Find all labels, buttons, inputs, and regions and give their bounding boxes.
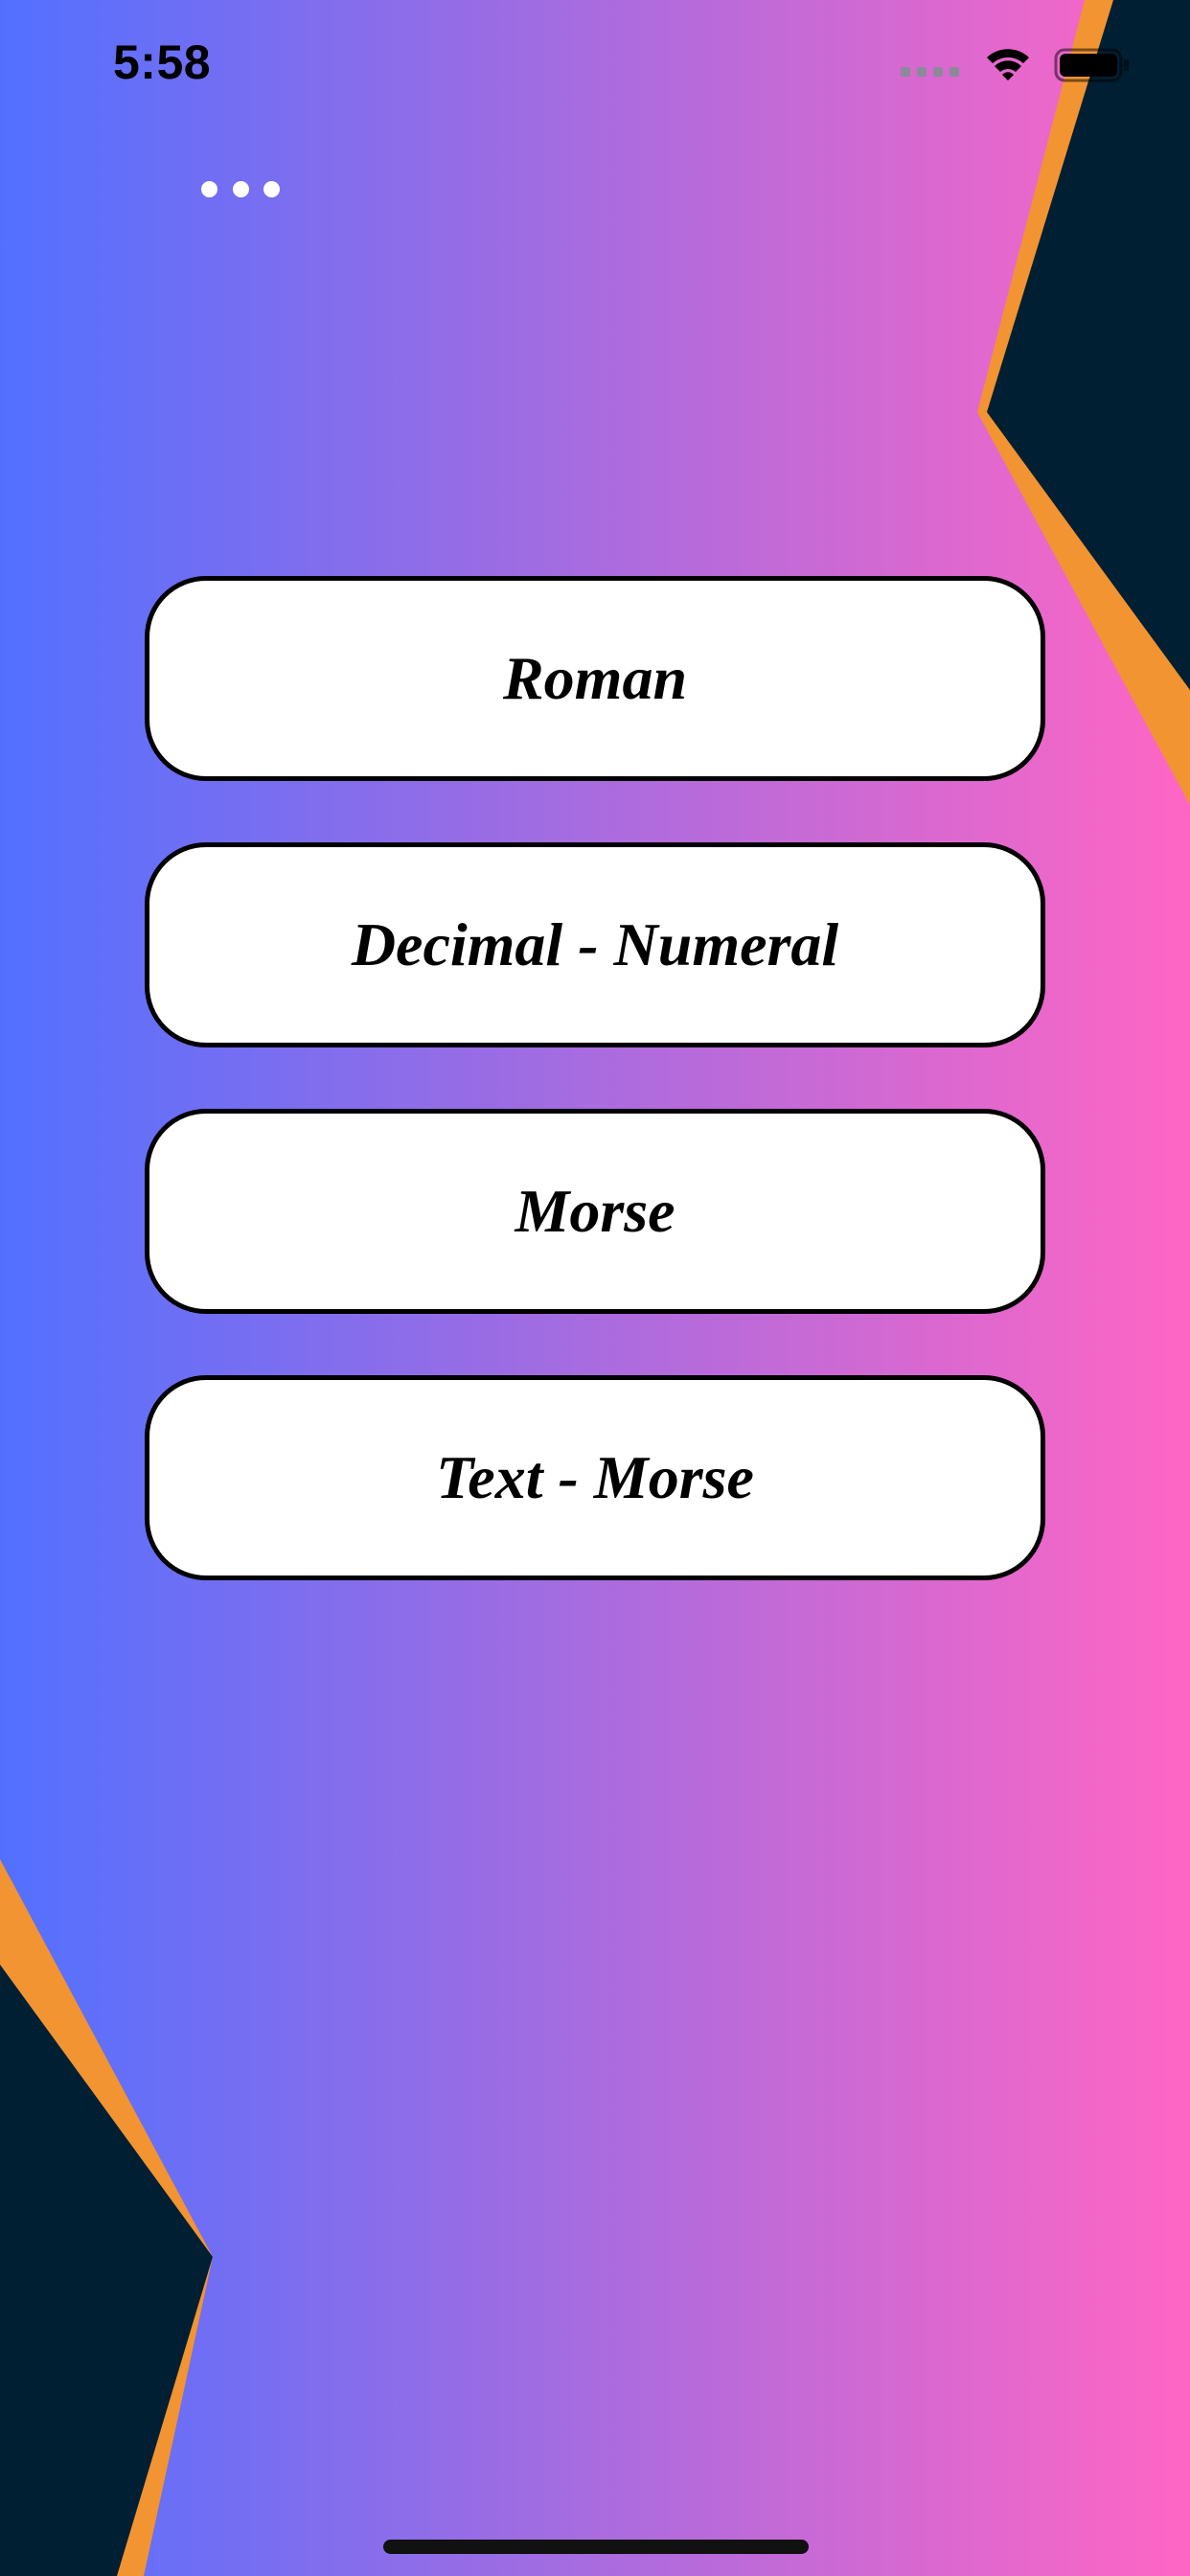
status-icons (901, 42, 1131, 88)
more-menu-button[interactable] (188, 163, 293, 215)
option-label: Decimal - Numeral (351, 910, 839, 978)
morse-button[interactable]: Morse (145, 1109, 1045, 1314)
app-screen: 5:58 Roman Decimal - Numeral Morse Text … (0, 0, 1190, 2576)
conversion-options: Roman Decimal - Numeral Morse Text - Mor… (145, 576, 1045, 1642)
wifi-icon (983, 42, 1033, 88)
option-label: Morse (515, 1177, 675, 1245)
text-morse-button[interactable]: Text - Morse (145, 1375, 1045, 1580)
decimal-numeral-button[interactable]: Decimal - Numeral (145, 842, 1045, 1047)
option-label: Roman (502, 644, 688, 712)
signal-icon (901, 42, 960, 88)
more-dots-icon (232, 180, 249, 197)
more-dots-icon (263, 180, 280, 197)
bottom-left-dark-shape (0, 1965, 213, 2576)
home-indicator[interactable] (383, 2540, 809, 2554)
status-time: 5:58 (113, 35, 212, 89)
battery-icon (1054, 42, 1131, 88)
more-dots-icon (201, 180, 217, 197)
roman-button[interactable]: Roman (145, 576, 1045, 781)
option-label: Text - Morse (436, 1443, 754, 1511)
